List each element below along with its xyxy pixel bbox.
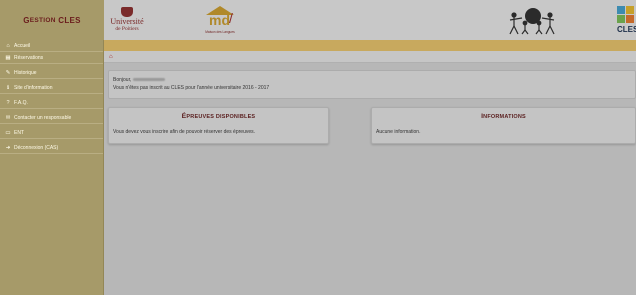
informations-panel: INFORMATIONS Aucune information. — [371, 107, 636, 144]
envelope-icon: ✉ — [5, 114, 11, 121]
greeting-box: Bonjour, Vous n'êtes pas inscrit au CLES… — [108, 70, 636, 99]
sidebar-item-historique[interactable]: ✎ Historique — [0, 67, 103, 79]
registration-message: Vous n'êtes pas inscrit au CLES pour l'a… — [113, 85, 270, 91]
panel-title-rest: PREUVES DISPONIBLES — [186, 114, 256, 120]
calendar-icon: ▦ — [5, 54, 11, 61]
university-crest-icon — [121, 7, 133, 17]
question-icon: ? — [6, 99, 10, 106]
sidebar-item-label: Site d'information — [14, 84, 53, 91]
sidebar-item-contact[interactable]: ✉ Contacter un responsable — [0, 112, 103, 124]
header: G ESTION CLES Université de Poitiers md /… — [0, 0, 636, 40]
panel-body: Vous devez vous inscrire afin de pouvoir… — [113, 129, 256, 135]
cles-logo-square-icon — [626, 15, 634, 23]
sidebar-item-reservations[interactable]: ▦ Réservations — [0, 52, 103, 64]
breadcrumb: ⌂ — [104, 51, 636, 63]
top-accent-bar — [104, 40, 636, 51]
logo-univ-line1: Université — [110, 17, 144, 26]
greeting-line: Bonjour, — [113, 76, 631, 84]
home-icon[interactable]: ⌂ — [109, 54, 113, 60]
logo-univ-line2: de Poitiers — [115, 26, 139, 32]
maison-des-langues-logo[interactable]: md / Maison des Langues — [196, 6, 244, 36]
brand-title[interactable]: G ESTION CLES — [0, 0, 104, 40]
cles-logo-text: CLES — [617, 25, 636, 34]
brand-title-second: CLES — [58, 15, 81, 25]
sidebar: ⌂ Accueil ▦ Réservations ✎ Historique ℹ … — [0, 40, 104, 295]
logo-md-caption: Maison des Langues — [205, 30, 235, 34]
blurred-username — [133, 78, 166, 82]
people-globe-icon — [509, 8, 555, 35]
epreuves-panel: ÉPREUVES DISPONIBLES Vous devez vous ins… — [108, 107, 329, 144]
sidebar-item-label: Accueil — [14, 42, 31, 49]
pencil-icon: ✎ — [5, 69, 11, 76]
sidebar-item-site-information[interactable]: ℹ Site d'information — [0, 82, 103, 94]
sidebar-item-label: Déconnexion (CAS) — [14, 144, 59, 151]
info-icon: ℹ — [6, 84, 10, 91]
cles-logo-square-icon — [617, 6, 625, 14]
logout-icon: ➜ — [5, 144, 11, 151]
panel-title: INFORMATIONS — [372, 108, 635, 125]
sidebar-item-accueil[interactable]: ⌂ Accueil — [0, 40, 103, 52]
brand-title-rest: ESTION — [29, 16, 56, 24]
home-icon: ⌂ — [6, 42, 10, 49]
monitor-icon: ▭ — [5, 129, 11, 136]
cles-logo[interactable]: CLES — [617, 6, 636, 36]
sidebar-item-deconnexion[interactable]: ➜ Déconnexion (CAS) — [0, 142, 103, 154]
logo-md-slash-icon: / — [229, 10, 233, 26]
sidebar-item-label: F.A.Q. — [14, 99, 28, 106]
cles-logo-square-icon — [626, 6, 634, 14]
sidebar-item-faq[interactable]: ? F.A.Q. — [0, 97, 103, 109]
cles-logo-square-icon — [617, 15, 625, 23]
panel-title: ÉPREUVES DISPONIBLES — [109, 108, 328, 125]
sidebar-item-label: ENT — [14, 129, 24, 136]
people-globe-logo — [508, 6, 556, 36]
sidebar-item-label: Réservations — [14, 54, 44, 61]
sidebar-item-label: Contacter un responsable — [14, 114, 72, 121]
universite-poitiers-logo[interactable]: Université de Poitiers — [107, 7, 147, 35]
sidebar-item-ent[interactable]: ▭ ENT — [0, 127, 103, 139]
sidebar-item-label: Historique — [14, 69, 37, 76]
logo-md-letters: md — [209, 12, 230, 28]
panel-title-rest: NFORMATIONS — [483, 114, 526, 120]
panel-body: Aucune information. — [376, 129, 421, 135]
greeting-text: Bonjour, — [113, 77, 132, 83]
